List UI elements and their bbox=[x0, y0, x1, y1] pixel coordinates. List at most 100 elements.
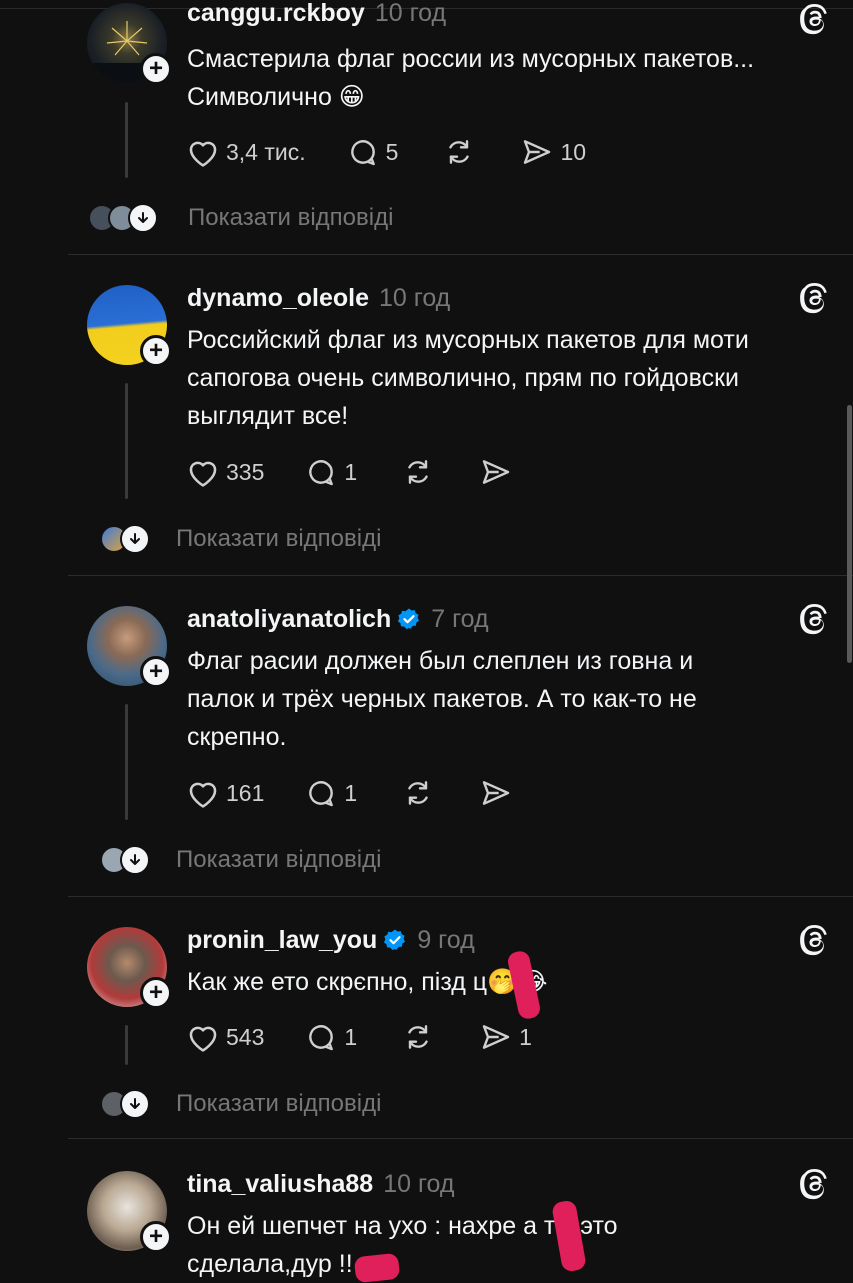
post-text: Смастерила флаг россии из мусорных пакет… bbox=[187, 40, 837, 116]
comment-icon bbox=[309, 781, 334, 807]
like-count: 543 bbox=[226, 1023, 265, 1050]
post-text-line: скрепно. bbox=[187, 723, 287, 751]
comment-count: 1 bbox=[344, 779, 358, 806]
share-count: 10 bbox=[560, 138, 587, 165]
thread-line bbox=[125, 102, 128, 178]
thread-line bbox=[125, 1025, 128, 1065]
comment-button[interactable]: 1 bbox=[304, 777, 357, 809]
like-button[interactable]: 335 bbox=[186, 456, 264, 488]
post-divider bbox=[68, 1138, 853, 1139]
post-text-line: Символично 😁 bbox=[187, 83, 365, 111]
post-header: canggu.rckboy 10 год bbox=[187, 0, 446, 30]
post-header: dynamo_oleole 10 год bbox=[187, 281, 450, 315]
like-button[interactable]: 161 bbox=[186, 777, 264, 809]
show-replies-row[interactable]: Показати відповіді bbox=[0, 840, 853, 880]
avatar-wrap[interactable]: + bbox=[87, 606, 172, 688]
chevron-down-icon bbox=[128, 203, 158, 233]
action-bar: 335 1 bbox=[186, 452, 513, 492]
heart-icon bbox=[189, 782, 217, 808]
share-count: 1 bbox=[519, 1023, 532, 1050]
share-button[interactable]: 1 bbox=[479, 1021, 532, 1053]
show-replies-link[interactable]: Показати відповіді bbox=[176, 1090, 381, 1118]
chevron-down-icon bbox=[120, 524, 150, 554]
show-replies-row[interactable]: Показати відповіді bbox=[0, 519, 853, 559]
repost-button[interactable] bbox=[442, 136, 476, 168]
threads-logo-icon[interactable] bbox=[797, 923, 831, 957]
username[interactable]: anatoliyanatolich bbox=[187, 605, 391, 634]
post-divider bbox=[68, 254, 853, 255]
threads-logo-icon[interactable] bbox=[797, 602, 831, 636]
reply-avatars bbox=[88, 203, 158, 233]
share-icon bbox=[482, 1025, 510, 1049]
reply-avatars bbox=[100, 845, 150, 875]
post-text-line: сделала,дур !! bbox=[187, 1250, 353, 1278]
username[interactable]: pronin_law_you bbox=[187, 926, 377, 955]
repost-button[interactable] bbox=[401, 777, 435, 809]
comment-count: 1 bbox=[344, 1023, 358, 1050]
username[interactable]: canggu.rckboy bbox=[187, 0, 365, 28]
avatar-wrap[interactable]: + bbox=[87, 927, 172, 1009]
share-button[interactable] bbox=[479, 777, 513, 809]
share-button[interactable]: 10 bbox=[520, 136, 586, 168]
action-bar: 161 1 bbox=[186, 773, 513, 813]
like-count: 161 bbox=[226, 779, 265, 806]
repost-icon bbox=[408, 1025, 428, 1049]
action-bar: 3,4 тис. 5 10 bbox=[186, 132, 586, 172]
post-text-line: выглядит все! bbox=[187, 402, 349, 430]
comment-count: 1 bbox=[344, 458, 358, 485]
follow-plus-icon[interactable]: + bbox=[140, 656, 172, 688]
post-text-line: Флаг расии должен был слеплен из говна и bbox=[187, 647, 694, 675]
share-button[interactable] bbox=[479, 456, 513, 488]
post-text-line: Российский флаг из мусорных пакетов для … bbox=[187, 326, 749, 354]
show-replies-row[interactable]: Показати відповіді bbox=[0, 1084, 853, 1124]
redaction-mark bbox=[353, 1252, 401, 1283]
follow-plus-icon[interactable]: + bbox=[140, 53, 172, 85]
reply-avatars bbox=[100, 524, 150, 554]
comment-button[interactable]: 5 bbox=[346, 136, 398, 168]
threads-logo-icon[interactable] bbox=[797, 281, 831, 315]
follow-plus-icon[interactable]: + bbox=[140, 977, 172, 1009]
comment-button[interactable]: 1 bbox=[304, 456, 357, 488]
avatar-wrap[interactable]: + bbox=[87, 1171, 172, 1253]
follow-plus-icon[interactable]: + bbox=[140, 335, 172, 367]
avatar-wrap[interactable]: + bbox=[87, 3, 172, 85]
threads-logo-icon[interactable] bbox=[797, 2, 831, 36]
post-time: 10 год bbox=[383, 1169, 455, 1198]
show-replies-link[interactable]: Показати відповіді bbox=[176, 846, 381, 874]
post-time: 10 год bbox=[374, 0, 447, 27]
post-text: Российский флаг из мусорных пакетов для … bbox=[187, 321, 837, 435]
avatar-wrap[interactable]: + bbox=[87, 285, 172, 367]
post-text-line: Смастерила флаг россии из мусорных пакет… bbox=[187, 45, 755, 73]
share-icon bbox=[482, 781, 510, 805]
post-header: anatoliyanatolich 7 год bbox=[187, 602, 489, 636]
like-button[interactable]: 543 bbox=[186, 1021, 264, 1053]
show-replies-link[interactable]: Показати відповіді bbox=[188, 204, 393, 232]
heart-icon bbox=[189, 461, 217, 487]
post-header: tina_valiusha88 10 год bbox=[187, 1167, 454, 1201]
verified-badge-icon bbox=[384, 929, 406, 950]
heart-icon bbox=[189, 141, 217, 167]
post-text-line: Он ей шепчет на ухо : нахре а ты это bbox=[187, 1212, 618, 1240]
share-icon bbox=[524, 140, 551, 164]
heart-icon bbox=[189, 1026, 217, 1052]
repost-button[interactable] bbox=[401, 1021, 435, 1053]
thread-line bbox=[125, 383, 128, 499]
post-time: 10 год bbox=[379, 283, 451, 312]
like-button[interactable]: 3,4 тис. bbox=[186, 136, 306, 168]
post-time: 7 год bbox=[431, 604, 489, 633]
post-time: 9 год bbox=[417, 925, 475, 954]
threads-logo-icon[interactable] bbox=[797, 1167, 831, 1201]
chevron-down-icon bbox=[120, 845, 150, 875]
follow-plus-icon[interactable]: + bbox=[140, 1221, 172, 1253]
post-text-line: сапогова очень символично, прям по гойдо… bbox=[187, 364, 739, 392]
post-text: Флаг расии должен был слеплен из говна и… bbox=[187, 642, 837, 756]
post-divider bbox=[68, 896, 853, 897]
username[interactable]: dynamo_oleole bbox=[187, 284, 369, 313]
post-header: pronin_law_you 9 год bbox=[187, 923, 475, 957]
username[interactable]: tina_valiusha88 bbox=[187, 1170, 373, 1199]
repost-button[interactable] bbox=[401, 456, 435, 488]
show-replies-row[interactable]: Показати відповіді bbox=[0, 198, 853, 238]
comment-button[interactable]: 1 bbox=[304, 1021, 357, 1053]
scrollbar[interactable] bbox=[847, 405, 852, 663]
show-replies-link[interactable]: Показати відповіді bbox=[176, 525, 381, 553]
